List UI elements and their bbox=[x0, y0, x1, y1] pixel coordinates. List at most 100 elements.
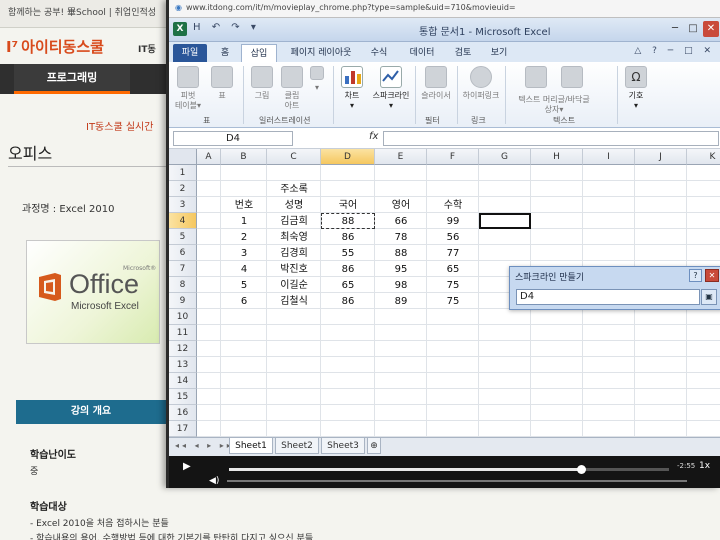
row-header-8[interactable]: 8 bbox=[169, 277, 197, 293]
table-cell[interactable]: 66 bbox=[375, 215, 427, 229]
row-header-17[interactable]: 17 bbox=[169, 421, 197, 437]
formula-input[interactable] bbox=[383, 131, 719, 146]
row-header-14[interactable]: 14 bbox=[169, 373, 197, 389]
table-cell[interactable]: 5 bbox=[221, 279, 267, 293]
volume-slider[interactable] bbox=[227, 480, 687, 482]
row-header-15[interactable]: 15 bbox=[169, 389, 197, 405]
tab-formulas[interactable]: 수식 bbox=[365, 44, 393, 62]
table-cell[interactable]: 99 bbox=[427, 215, 479, 229]
sheet-title-cell[interactable]: 주소록 bbox=[267, 183, 321, 197]
column-header-b[interactable]: B bbox=[221, 149, 267, 165]
tab-insert[interactable]: 삽입 bbox=[241, 44, 277, 62]
table-cell[interactable]: 박진호 bbox=[267, 263, 321, 277]
data-range-input[interactable]: D4 bbox=[516, 289, 700, 305]
tab-page-layout[interactable]: 페이지 레이아웃 bbox=[283, 44, 359, 62]
tab-file[interactable]: 파일 bbox=[173, 44, 207, 62]
row-header-7[interactable]: 7 bbox=[169, 261, 197, 277]
sheet-tab-3[interactable]: Sheet3 bbox=[321, 438, 365, 454]
table-header-cell[interactable]: 성명 bbox=[267, 199, 321, 213]
table-cell[interactable]: 2 bbox=[221, 231, 267, 245]
table-cell[interactable]: 86 bbox=[321, 295, 375, 309]
excel-logo-icon[interactable]: X bbox=[173, 22, 187, 36]
nav-tab-programming[interactable]: 프로그래밍 bbox=[14, 64, 130, 94]
sheet-nav-arrows[interactable]: ◂◂ ◂ ▸ ▸▸ bbox=[175, 441, 234, 450]
table-header-cell[interactable]: 번호 bbox=[221, 199, 267, 213]
table-cell[interactable]: 88 bbox=[375, 247, 427, 261]
table-cell[interactable]: 3 bbox=[221, 247, 267, 261]
table-cell[interactable]: 65 bbox=[321, 279, 375, 293]
help-icon[interactable]: ? bbox=[689, 269, 702, 282]
course-thumbnail[interactable]: Office Microsoft® Microsoft Excel bbox=[26, 240, 160, 344]
table-cell[interactable]: 86 bbox=[321, 263, 375, 277]
it-notice-text[interactable]: IT동스쿨 실시간 bbox=[86, 118, 153, 133]
table-cell[interactable]: 98 bbox=[375, 279, 427, 293]
tab-data[interactable]: 데이터 bbox=[403, 44, 441, 62]
table-header-cell[interactable]: 수학 bbox=[427, 199, 479, 213]
play-icon[interactable]: ▶ bbox=[183, 461, 191, 472]
table-cell[interactable]: 77 bbox=[427, 247, 479, 261]
row-header-13[interactable]: 13 bbox=[169, 357, 197, 373]
table-header-cell[interactable]: 영어 bbox=[375, 199, 427, 213]
table-cell[interactable]: 78 bbox=[375, 231, 427, 245]
table-cell[interactable]: 86 bbox=[321, 231, 375, 245]
table-cell[interactable]: 56 bbox=[427, 231, 479, 245]
row-header-12[interactable]: 12 bbox=[169, 341, 197, 357]
table-cell[interactable]: 75 bbox=[427, 295, 479, 309]
table-cell[interactable]: 65 bbox=[427, 263, 479, 277]
shapes-button[interactable]: ▾ bbox=[307, 66, 327, 93]
tab-view[interactable]: 보기 bbox=[485, 44, 513, 62]
column-header-d[interactable]: D bbox=[321, 149, 375, 165]
table-cell[interactable]: 김경희 bbox=[267, 247, 321, 261]
collapse-dialog-icon[interactable]: ▣ bbox=[701, 289, 717, 305]
progress-knob[interactable] bbox=[577, 465, 586, 474]
table-cell[interactable]: 89 bbox=[375, 295, 427, 309]
playback-speed[interactable]: 1x bbox=[699, 461, 710, 471]
sparkline-button[interactable]: 스파크라인 ▾ bbox=[371, 66, 411, 111]
quick-access-toolbar[interactable]: H ↶ ↷ ▾ bbox=[193, 22, 260, 33]
column-header-a[interactable]: A bbox=[197, 149, 221, 165]
name-box[interactable]: D4 bbox=[173, 131, 293, 146]
column-header-i[interactable]: I bbox=[583, 149, 635, 165]
table-cell[interactable]: 75 bbox=[427, 279, 479, 293]
column-header-g[interactable]: G bbox=[479, 149, 531, 165]
chart-button[interactable]: 차트 ▾ bbox=[337, 66, 367, 111]
table-cell[interactable]: 4 bbox=[221, 263, 267, 277]
column-header-e[interactable]: E bbox=[375, 149, 427, 165]
row-header-6[interactable]: 6 bbox=[169, 245, 197, 261]
dialog-close-icon[interactable]: ✕ bbox=[705, 269, 719, 282]
table-cell[interactable]: 6 bbox=[221, 295, 267, 309]
row-header-2[interactable]: 2 bbox=[169, 181, 197, 197]
minimize-icon[interactable]: ─ bbox=[667, 21, 683, 37]
insert-sheet-icon[interactable]: ⊕ bbox=[367, 438, 381, 454]
maximize-icon[interactable]: □ bbox=[685, 21, 701, 37]
hyperlink-button[interactable]: 하이퍼링크 bbox=[461, 66, 501, 101]
row-header-10[interactable]: 10 bbox=[169, 309, 197, 325]
table-cell[interactable]: 김철식 bbox=[267, 295, 321, 309]
sheet-tab-1[interactable]: Sheet1 bbox=[229, 438, 273, 454]
table-cell[interactable]: 김금희 bbox=[267, 215, 321, 229]
ribbon-window-controls[interactable]: △ ? ─ □ ✕ bbox=[634, 46, 715, 56]
row-header-1[interactable]: 1 bbox=[169, 165, 197, 181]
column-header-k[interactable]: K bbox=[687, 149, 720, 165]
column-header-c[interactable]: C bbox=[267, 149, 321, 165]
text-group-buttons[interactable]: 텍스트 머리글/바닥글 상자▾ bbox=[509, 66, 599, 115]
tab-home[interactable]: 홈 bbox=[213, 44, 237, 62]
tab-review[interactable]: 검토 bbox=[449, 44, 477, 62]
sheet-tab-2[interactable]: Sheet2 bbox=[275, 438, 319, 454]
row-header-11[interactable]: 11 bbox=[169, 325, 197, 341]
table-cell[interactable]: 55 bbox=[321, 247, 375, 261]
table-button[interactable]: 표 bbox=[207, 66, 237, 101]
column-header-h[interactable]: H bbox=[531, 149, 583, 165]
table-cell[interactable]: 최숙영 bbox=[267, 231, 321, 245]
table-header-cell[interactable]: 국어 bbox=[321, 199, 375, 213]
site-logo[interactable]: I⁷ 아이티동스쿨 bbox=[6, 36, 104, 57]
row-header-3[interactable]: 3 bbox=[169, 197, 197, 213]
pivot-table-button[interactable]: 피벗 테이블▾ bbox=[173, 66, 203, 111]
volume-icon[interactable]: ◀) bbox=[209, 476, 219, 486]
row-header-5[interactable]: 5 bbox=[169, 229, 197, 245]
row-header-4[interactable]: 4 bbox=[169, 213, 197, 229]
table-cell[interactable]: 1 bbox=[221, 215, 267, 229]
fx-icon[interactable]: fx bbox=[369, 131, 378, 142]
picture-button[interactable]: 그림 bbox=[247, 66, 277, 101]
column-header-f[interactable]: F bbox=[427, 149, 479, 165]
